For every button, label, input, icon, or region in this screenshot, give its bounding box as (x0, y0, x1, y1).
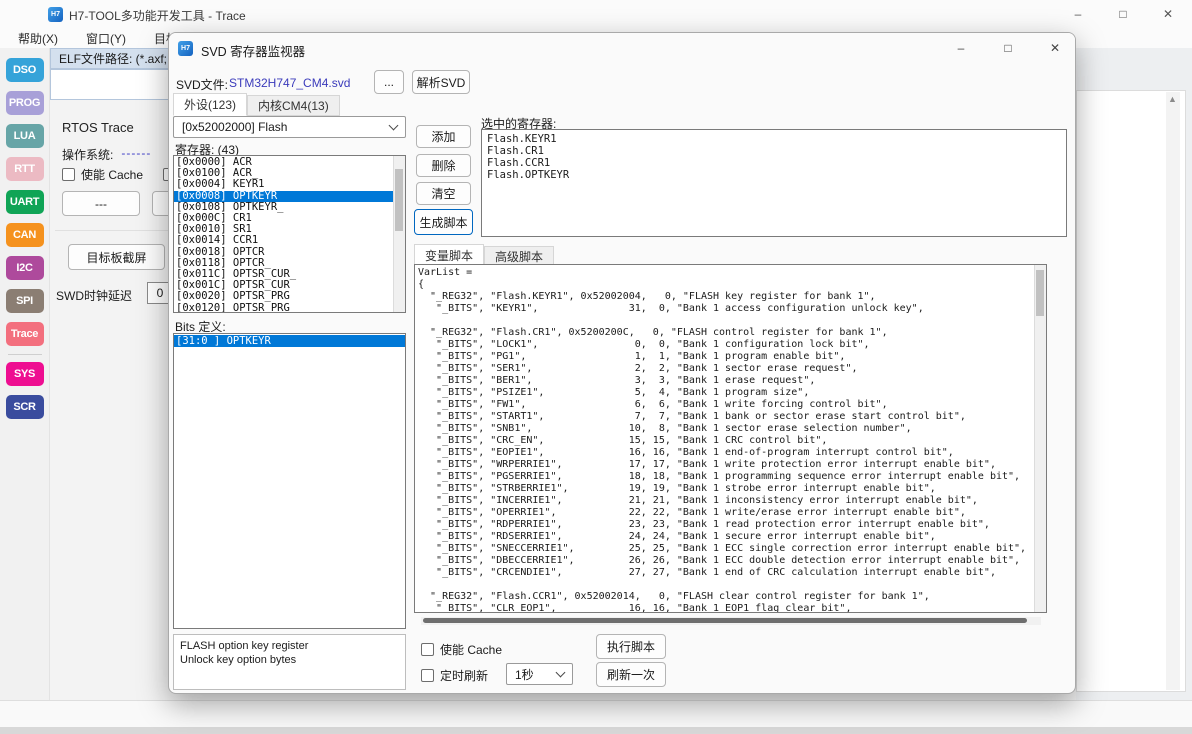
selected-registers-box[interactable]: Flash.KEYR1 Flash.CR1 Flash.CCR1 Flash.O… (481, 129, 1067, 237)
minimize-button[interactable]: – (1056, 0, 1100, 28)
dialog-maximize-button[interactable]: □ (986, 33, 1030, 63)
register-description: FLASH option key register Unlock key opt… (173, 634, 406, 690)
chevron-down-icon (556, 667, 566, 677)
maximize-button[interactable]: □ (1101, 0, 1145, 28)
dialog-icon: H7 (178, 41, 193, 56)
script-horizontal-scroll-thumb[interactable] (423, 618, 1027, 623)
sidebar-item[interactable]: DSO (6, 58, 44, 82)
target-screenshot-button[interactable]: 目标板截屏 (68, 244, 165, 270)
sidebar-item[interactable]: LUA (6, 124, 44, 148)
sidebar-item[interactable]: I2C (6, 256, 44, 280)
run-script-button[interactable]: 执行脚本 (596, 634, 666, 659)
script-editor[interactable]: VarList = { "_REG32", "Flash.KEYR1", 0x5… (414, 264, 1047, 613)
dialog-cache-checkbox[interactable] (421, 643, 434, 656)
tab-peripheral[interactable]: 外设(123) (173, 93, 247, 116)
timer-refresh-row: 定时刷新 (421, 667, 488, 684)
sidebar-item[interactable]: CAN (6, 223, 44, 247)
os-label: 操作系统: (62, 146, 113, 163)
sidebar-item[interactable]: SPI (6, 289, 44, 313)
register-list-item[interactable]: [0x0020] OPTSR_PRG (174, 291, 405, 302)
svd-register-monitor-dialog: H7 SVD 寄存器监视器 – □ ✕ SVD文件: STM32H747_CM4… (168, 32, 1076, 694)
group-separator (55, 230, 168, 231)
sidebar-item[interactable]: UART (6, 190, 44, 214)
sidebar-item[interactable]: SYS (6, 362, 44, 386)
sidebar: DSO PROG LUA RTT UART CAN I2C SPI Trace SYS SCR (0, 48, 50, 700)
close-button[interactable]: ✕ (1146, 0, 1190, 28)
register-list: [0x0000] ACR[0x0100] ACR_[0x0004] KEYR1[… (173, 155, 406, 313)
interval-select[interactable]: 1秒 (506, 663, 573, 685)
dialog-minimize-button[interactable]: – (939, 33, 983, 63)
window-bottom-edge (0, 727, 1192, 734)
peripheral-select[interactable]: [0x52002000] Flash (173, 116, 406, 138)
menu-item[interactable]: 窗口(Y) (76, 28, 136, 49)
svd-file-label: SVD文件: (176, 76, 228, 93)
os-row: 操作系统: ------ (62, 146, 151, 163)
sidebar-item[interactable]: RTT (6, 157, 44, 181)
bits-list-item[interactable]: [31:0 ] OPTKEYR (174, 335, 405, 347)
rtos-trace-title: RTOS Trace (62, 120, 134, 135)
enable-cache-checkbox[interactable] (62, 168, 75, 181)
script-horizontal-scrollbar[interactable] (421, 617, 1041, 625)
statusbar: USB (HID) #01 IP (192.168.0.101) 检查更新 版本… (0, 700, 1192, 727)
enable-cache-label: 使能 Cache (81, 166, 143, 183)
window-title: H7-TOOL多功能开发工具 - Trace (69, 7, 246, 24)
delete-button[interactable]: 删除 (416, 154, 471, 177)
register-list-item[interactable]: [0x0120] OPTSR_PRG (174, 303, 405, 313)
generate-script-button[interactable]: 生成脚本 (414, 209, 473, 235)
sidebar-item[interactable]: SCR (6, 395, 44, 419)
dialog-close-button[interactable]: ✕ (1033, 33, 1076, 63)
sidebar-separator (8, 354, 42, 355)
swd-delay-label: SWD时钟延迟 (56, 287, 132, 304)
scroll-up-icon[interactable]: ▲ (1168, 94, 1177, 104)
add-button[interactable]: 添加 (416, 125, 471, 148)
timer-refresh-checkbox[interactable] (421, 669, 434, 682)
enable-cache-row: 使能 Cache (62, 166, 143, 183)
register-list-scroll-thumb[interactable] (395, 169, 403, 231)
os-value: ------ (121, 146, 151, 163)
main-titlebar: H7 H7-TOOL多功能开发工具 - Trace – □ ✕ (0, 0, 1192, 28)
script-text: VarList = { "_REG32", "Flash.KEYR1", 0x5… (418, 267, 1026, 613)
register-list-item[interactable]: [0x0004] KEYR1 (174, 179, 405, 190)
browse-button[interactable]: ... (374, 70, 404, 94)
app-icon: H7 (48, 7, 63, 22)
register-list-item[interactable]: [0x0014] CCR1 (174, 235, 405, 246)
peripheral-tabs: 外设(123)内核CM4(13) (173, 93, 340, 116)
script-vertical-scrollbar[interactable] (1034, 265, 1046, 612)
peripheral-select-value: [0x52002000] Flash (182, 120, 287, 134)
main-window: H7 H7-TOOL多功能开发工具 - Trace – □ ✕ 帮助(X) 窗口(… (0, 0, 1192, 734)
tab-peripheral[interactable]: 内核CM4(13) (247, 95, 340, 116)
dialog-titlebar: H7 SVD 寄存器监视器 – □ ✕ (169, 33, 1076, 63)
dots-button[interactable]: --- (62, 191, 140, 216)
dialog-cache-row: 使能 Cache (421, 641, 502, 658)
menu-item[interactable]: 帮助(X) (8, 28, 68, 49)
chevron-down-icon (389, 120, 399, 130)
script-vertical-scroll-thumb[interactable] (1036, 270, 1044, 316)
clear-button[interactable]: 清空 (416, 182, 471, 205)
timer-refresh-label: 定时刷新 (440, 667, 488, 684)
sidebar-item[interactable]: Trace (6, 322, 44, 346)
parse-svd-button[interactable]: 解析SVD (412, 70, 470, 94)
dialog-cache-label: 使能 Cache (440, 641, 502, 658)
dialog-title: SVD 寄存器监视器 (201, 41, 305, 60)
interval-select-value: 1秒 (515, 666, 534, 683)
right-scrollbar[interactable] (1166, 92, 1180, 690)
bits-list: [31:0 ] OPTKEYR (173, 333, 406, 629)
svd-file-value: STM32H747_CM4.svd (229, 76, 350, 90)
refresh-once-button[interactable]: 刷新一次 (596, 662, 666, 687)
sidebar-item[interactable]: PROG (6, 91, 44, 115)
